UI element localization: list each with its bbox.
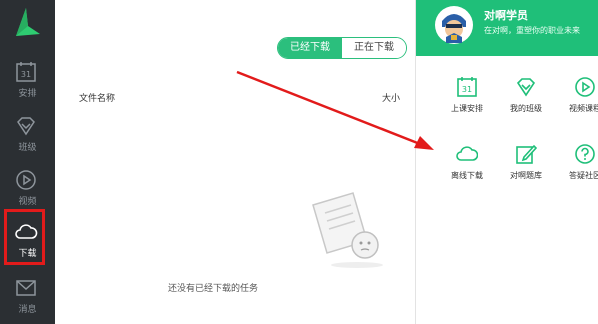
menu-label: 答疑社区 — [569, 171, 598, 180]
download-tabs: 已经下载 正在下载 — [277, 37, 407, 59]
menu-video-course[interactable]: 视频课程 — [554, 76, 598, 136]
calendar-day: 31 — [462, 85, 472, 94]
tab-downloaded[interactable]: 已经下载 — [278, 38, 342, 58]
menu-question-bank[interactable]: 对啊题库 — [495, 143, 555, 203]
menu-label: 上课安排 — [451, 104, 483, 113]
calendar-icon: 31 — [16, 62, 36, 82]
user-name: 对啊学员 — [484, 9, 528, 22]
empty-state-illustration — [312, 192, 383, 268]
download-highlight-box — [4, 209, 45, 265]
menu-schedule[interactable]: 31 上课安排 — [436, 76, 496, 136]
question-icon — [575, 144, 595, 164]
sidebar-item-class[interactable]: 班级 — [0, 110, 55, 166]
calendar-day: 31 — [21, 70, 31, 79]
play-icon — [575, 77, 595, 97]
avatar[interactable] — [434, 5, 474, 45]
quick-menu-panel: 对啊学员 在对啊，重塑你的职业未来 31 上课安排 我的班级 视频课程 离线下载 — [415, 0, 598, 324]
empty-state-text: 还没有已经下载的任务 — [168, 284, 259, 294]
menu-label: 视频课程 — [569, 104, 598, 113]
menu-label: 对啊题库 — [510, 171, 542, 180]
panel-header: 对啊学员 在对啊，重塑你的职业未来 — [416, 0, 598, 56]
app-logo-icon — [16, 8, 40, 36]
sidebar-item-label: 视频 — [18, 197, 37, 207]
diamond-icon — [17, 117, 35, 136]
sidebar-item-message[interactable]: 消息 — [0, 272, 55, 324]
menu-qa-community[interactable]: 答疑社区 — [554, 143, 598, 203]
sidebar-item-schedule[interactable]: 31 安排 — [0, 56, 55, 112]
user-slogan: 在对啊，重塑你的职业未来 — [484, 26, 580, 35]
sidebar-item-label: 班级 — [18, 143, 37, 153]
column-header-size[interactable]: 大小 — [382, 91, 400, 104]
tab-downloading[interactable]: 正在下载 — [342, 38, 406, 58]
main-content: 已经下载 正在下载 文件名称 大小 还没有已经下载的任务 — [55, 0, 415, 324]
calendar-icon: 31 — [457, 77, 477, 97]
play-icon — [16, 170, 36, 190]
edit-icon — [516, 144, 537, 164]
sidebar: 31 安排 班级 视频 下载 消息 — [0, 0, 55, 324]
cloud-icon — [456, 146, 478, 161]
sidebar-item-label: 安排 — [18, 89, 37, 99]
sidebar-item-label: 消息 — [18, 305, 37, 315]
menu-my-class[interactable]: 我的班级 — [495, 76, 555, 136]
menu-offline-download[interactable]: 离线下载 — [436, 143, 496, 203]
menu-label: 离线下载 — [451, 171, 483, 180]
menu-label: 我的班级 — [510, 104, 542, 113]
diamond-icon — [516, 78, 536, 97]
column-header-name[interactable]: 文件名称 — [79, 91, 115, 104]
